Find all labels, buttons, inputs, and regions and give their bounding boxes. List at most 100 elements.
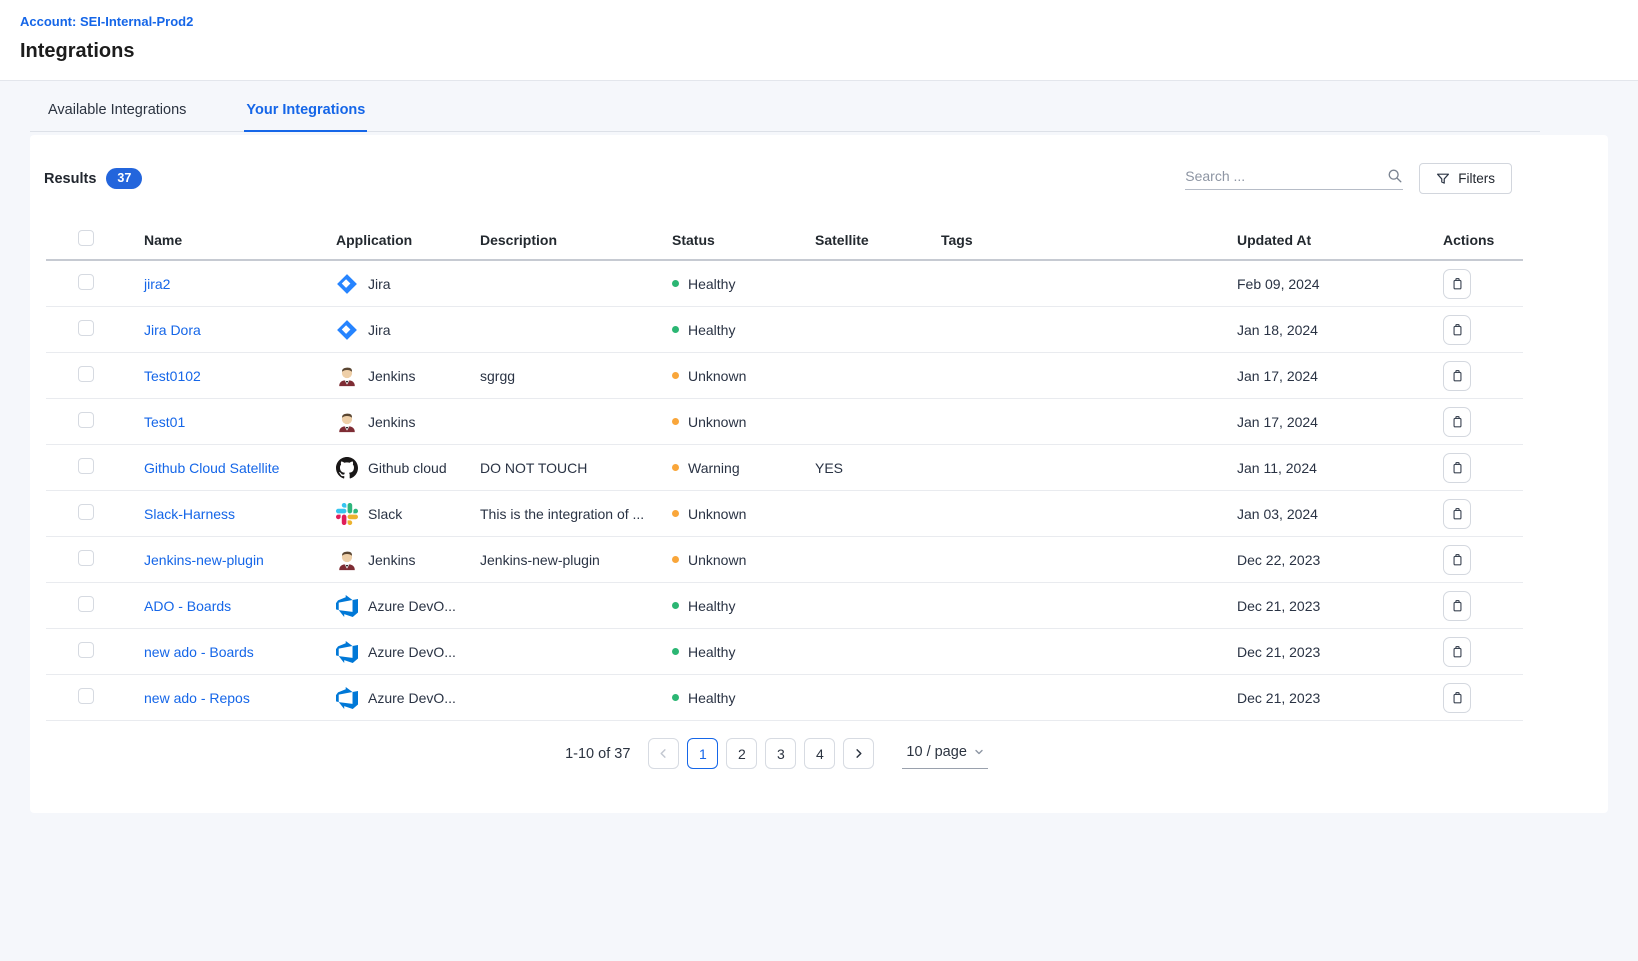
page-size-select[interactable]: 10 / page bbox=[902, 739, 987, 769]
delete-integration-button[interactable] bbox=[1443, 269, 1471, 299]
integration-name-link[interactable]: Test01 bbox=[144, 414, 185, 430]
row-checkbox[interactable] bbox=[78, 688, 94, 704]
delete-integration-button[interactable] bbox=[1443, 407, 1471, 437]
search-box bbox=[1185, 168, 1403, 190]
delete-integration-button[interactable] bbox=[1443, 453, 1471, 483]
page-button-3[interactable]: 3 bbox=[765, 738, 796, 769]
azure-devops-icon bbox=[336, 595, 358, 617]
table-row: Test01 Jenkins Unknown Jan 17, 2024 bbox=[46, 399, 1523, 445]
row-checkbox[interactable] bbox=[78, 504, 94, 520]
updated-at-value: Jan 17, 2024 bbox=[1237, 414, 1443, 430]
status-label: Healthy bbox=[688, 690, 735, 706]
trash-icon bbox=[1450, 414, 1465, 429]
tab-available-integrations[interactable]: Available Integrations bbox=[46, 95, 188, 131]
previous-page-button[interactable] bbox=[648, 738, 679, 769]
row-checkbox[interactable] bbox=[78, 642, 94, 658]
delete-integration-button[interactable] bbox=[1443, 591, 1471, 621]
status-label: Unknown bbox=[688, 552, 746, 568]
table-row: Jenkins-new-plugin Jenkins Jenkins-new-p… bbox=[46, 537, 1523, 583]
updated-at-value: Dec 21, 2023 bbox=[1237, 690, 1443, 706]
table-row: Github Cloud Satellite Github cloud DO N… bbox=[46, 445, 1523, 491]
table-row: jira2 Jira Healthy Feb 09, 2024 bbox=[46, 261, 1523, 307]
updated-at-value: Dec 21, 2023 bbox=[1237, 644, 1443, 660]
trash-icon bbox=[1450, 552, 1465, 567]
trash-icon bbox=[1450, 276, 1465, 291]
filters-button[interactable]: Filters bbox=[1419, 163, 1512, 194]
search-icon bbox=[1387, 168, 1403, 184]
status-label: Warning bbox=[688, 460, 740, 476]
description-text: Jenkins-new-plugin bbox=[480, 552, 672, 568]
status-label: Unknown bbox=[688, 368, 746, 384]
trash-icon bbox=[1450, 506, 1465, 521]
pagination: 1-10 of 37 1234 10 / page bbox=[30, 738, 1523, 769]
status-dot bbox=[672, 280, 679, 287]
row-checkbox[interactable] bbox=[78, 320, 94, 336]
slack-icon bbox=[336, 503, 358, 525]
status-label: Unknown bbox=[688, 414, 746, 430]
status-dot bbox=[672, 418, 679, 425]
status-dot bbox=[672, 602, 679, 609]
column-header-description: Description bbox=[480, 232, 672, 248]
row-checkbox[interactable] bbox=[78, 274, 94, 290]
tab-bar: Available Integrations Your Integrations bbox=[30, 95, 1540, 132]
page-header: Account: SEI-Internal-Prod2 Integrations bbox=[0, 0, 1638, 81]
row-checkbox[interactable] bbox=[78, 412, 94, 428]
status-label: Healthy bbox=[688, 598, 735, 614]
page-button-4[interactable]: 4 bbox=[804, 738, 835, 769]
trash-icon bbox=[1450, 598, 1465, 613]
delete-integration-button[interactable] bbox=[1443, 315, 1471, 345]
account-breadcrumb-link[interactable]: Account: SEI-Internal-Prod2 bbox=[20, 14, 193, 29]
integration-name-link[interactable]: Slack-Harness bbox=[144, 506, 235, 522]
integration-name-link[interactable]: ADO - Boards bbox=[144, 598, 231, 614]
status-dot bbox=[672, 694, 679, 701]
integration-name-link[interactable]: Test0102 bbox=[144, 368, 201, 384]
satellite-value: YES bbox=[807, 460, 941, 476]
column-header-updated-at: Updated At bbox=[1237, 232, 1443, 248]
page-button-1[interactable]: 1 bbox=[687, 738, 718, 769]
next-page-button[interactable] bbox=[843, 738, 874, 769]
row-checkbox[interactable] bbox=[78, 366, 94, 382]
select-all-checkbox[interactable] bbox=[78, 230, 94, 246]
application-label: Jenkins bbox=[368, 368, 415, 384]
delete-integration-button[interactable] bbox=[1443, 637, 1471, 667]
status-dot bbox=[672, 510, 679, 517]
integration-name-link[interactable]: jira2 bbox=[144, 276, 170, 292]
chevron-left-icon bbox=[658, 748, 669, 759]
column-header-status: Status bbox=[672, 232, 807, 248]
status-label: Healthy bbox=[688, 322, 735, 338]
search-input[interactable] bbox=[1185, 168, 1387, 184]
delete-integration-button[interactable] bbox=[1443, 499, 1471, 529]
application-label: Jira bbox=[368, 276, 391, 292]
description-text: sgrgg bbox=[480, 368, 672, 384]
status-label: Unknown bbox=[688, 506, 746, 522]
tab-your-integrations[interactable]: Your Integrations bbox=[244, 95, 367, 132]
integration-name-link[interactable]: new ado - Repos bbox=[144, 690, 250, 706]
table-body: jira2 Jira Healthy Feb 09, 2024 bbox=[46, 261, 1523, 721]
toolbar: Results 37 Filters bbox=[30, 163, 1608, 194]
jira-icon bbox=[336, 273, 358, 295]
azure-devops-icon bbox=[336, 687, 358, 709]
trash-icon bbox=[1450, 322, 1465, 337]
status-dot bbox=[672, 464, 679, 471]
page-button-2[interactable]: 2 bbox=[726, 738, 757, 769]
column-header-tags: Tags bbox=[941, 232, 1237, 248]
status-dot bbox=[672, 556, 679, 563]
delete-integration-button[interactable] bbox=[1443, 545, 1471, 575]
row-checkbox[interactable] bbox=[78, 596, 94, 612]
table-header-row: Name Application Description Status Sate… bbox=[46, 221, 1523, 261]
delete-integration-button[interactable] bbox=[1443, 683, 1471, 713]
github-icon bbox=[336, 457, 358, 479]
filters-button-label: Filters bbox=[1458, 171, 1495, 186]
trash-icon bbox=[1450, 644, 1465, 659]
integration-name-link[interactable]: Jenkins-new-plugin bbox=[144, 552, 264, 568]
integration-name-link[interactable]: Jira Dora bbox=[144, 322, 201, 338]
column-header-name: Name bbox=[144, 232, 336, 248]
integration-name-link[interactable]: new ado - Boards bbox=[144, 644, 254, 660]
row-checkbox[interactable] bbox=[78, 550, 94, 566]
updated-at-value: Jan 17, 2024 bbox=[1237, 368, 1443, 384]
integration-name-link[interactable]: Github Cloud Satellite bbox=[144, 460, 279, 476]
delete-integration-button[interactable] bbox=[1443, 361, 1471, 391]
pagination-range-label: 1-10 of 37 bbox=[565, 746, 630, 762]
table-row: Slack-Harness Slack This is the integrat… bbox=[46, 491, 1523, 537]
row-checkbox[interactable] bbox=[78, 458, 94, 474]
